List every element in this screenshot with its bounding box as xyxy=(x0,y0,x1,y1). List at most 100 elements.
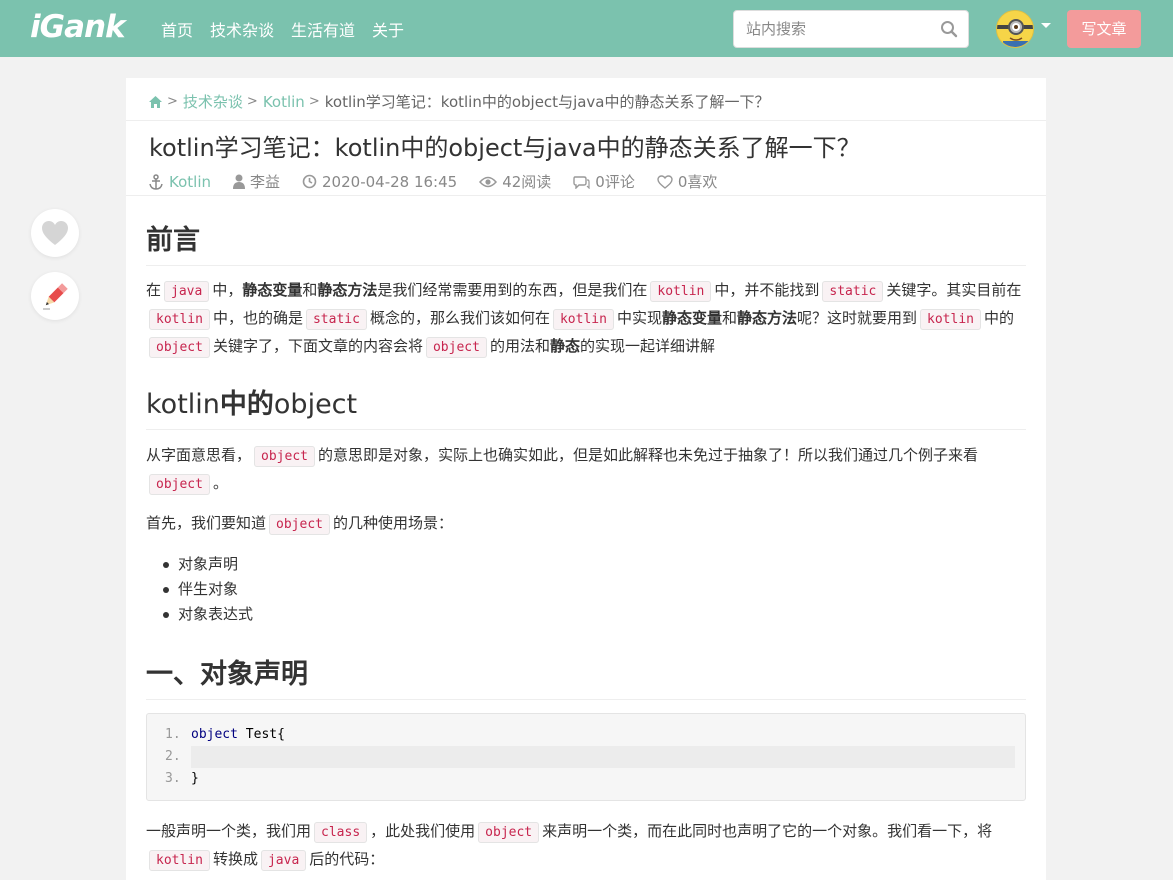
home-icon[interactable] xyxy=(148,95,163,109)
meta-reads: 42阅读 xyxy=(479,171,551,192)
nav-home[interactable]: 首页 xyxy=(161,17,193,41)
edit-button[interactable] xyxy=(31,272,79,320)
text: 从字面意思看， xyxy=(146,446,252,464)
breadcrumb-kotlin[interactable]: Kotlin xyxy=(263,93,305,111)
anchor-icon xyxy=(149,173,163,190)
text: 转换成 xyxy=(212,850,258,868)
scenario-list: 对象声明 伴生对象 对象表达式 xyxy=(146,552,1026,627)
text: 。 xyxy=(212,474,228,492)
text: 概念的，那么我们该如何在 xyxy=(369,309,550,327)
bold-text: 静态方法 xyxy=(317,281,378,299)
heart-outline-icon xyxy=(657,174,673,189)
inline-code: class xyxy=(314,822,368,843)
text: 和 xyxy=(302,281,318,299)
user-avatar[interactable] xyxy=(996,10,1034,48)
declaration-paragraph: 一般声明一个类，我们用 class ，此处我们使用 object 来声明一个类，而在此同… xyxy=(146,818,1026,874)
nav-life[interactable]: 生活有道 xyxy=(291,17,355,41)
article-title: kotlin学习笔记：kotlin中的object与java中的静态关系了解一下… xyxy=(149,134,861,162)
meta-category-label: Kotlin xyxy=(169,172,211,191)
breadcrumb-current: kotlin学习笔记：kotlin中的object与java中的静态关系了解一下… xyxy=(324,93,770,111)
list-item: 对象表达式 xyxy=(146,602,1026,627)
inline-code: kotlin xyxy=(552,309,614,330)
inline-code: static xyxy=(822,281,884,302)
inline-code: kotlin xyxy=(650,281,712,302)
inline-code: object xyxy=(149,337,210,358)
text: 的实现一起详细讲解 xyxy=(579,337,715,355)
inline-code: java xyxy=(164,281,210,302)
inline-code: object xyxy=(478,822,540,843)
inline-code: object xyxy=(149,474,210,495)
eye-icon xyxy=(479,176,498,187)
meta-comments-label: 0评论 xyxy=(595,173,635,191)
divider xyxy=(126,195,1046,196)
meta-date: 2020-04-28 16:45 xyxy=(302,173,457,191)
inline-code: object xyxy=(425,337,487,358)
text: 在 xyxy=(146,281,162,299)
bold-text: 静态变量 xyxy=(661,309,722,327)
breadcrumb: > 技术杂谈 > Kotlin > kotlin学习笔记：kotlin中的obj… xyxy=(148,91,770,112)
text: 关键字。其实目前在 xyxy=(886,281,1022,299)
text: 中， xyxy=(212,281,243,299)
text: 的意思即是对象，实际上也确实如此，但是如此解释也未免过于抽象了！所以我们通过几个… xyxy=(317,446,978,464)
meta-likes[interactable]: 0喜欢 xyxy=(657,171,718,192)
breadcrumb-separator: > xyxy=(246,94,258,109)
inline-code: kotlin xyxy=(149,309,210,330)
pencil-icon xyxy=(43,283,68,310)
code-line: 1. object Test{ xyxy=(147,724,1025,746)
inline-code: object xyxy=(269,514,330,535)
text: 中，并不能找到 xyxy=(714,281,820,299)
user-icon xyxy=(233,174,245,189)
nav-about[interactable]: 关于 xyxy=(372,17,404,41)
breadcrumb-separator: > xyxy=(167,94,178,109)
breadcrumb-tech[interactable]: 技术杂谈 xyxy=(183,91,243,112)
list-item: 伴生对象 xyxy=(146,577,1026,602)
meta-category[interactable]: Kotlin xyxy=(148,173,211,191)
nav-tech[interactable]: 技术杂谈 xyxy=(210,17,274,41)
text: 中，也的确是 xyxy=(212,309,303,327)
search-icon[interactable] xyxy=(940,20,958,38)
site-logo[interactable]: iGank xyxy=(30,9,126,45)
code-text: object Test{ xyxy=(191,724,285,746)
code-line: 3. } xyxy=(147,768,1025,790)
text: 关键字了，下面文章的内容会将 xyxy=(212,337,423,355)
heading-part: kotlin xyxy=(146,389,220,420)
search-input[interactable] xyxy=(734,11,924,47)
clock-icon xyxy=(302,174,317,189)
line-number: 3. xyxy=(165,771,181,786)
line-number: 1. xyxy=(165,727,181,742)
text: 的几种使用场景： xyxy=(332,514,453,532)
meta-author-label: 李益 xyxy=(250,173,281,191)
text: 呢？这时就要用到 xyxy=(797,309,918,327)
inline-code: java xyxy=(260,850,307,871)
meta-likes-label: 0喜欢 xyxy=(677,173,718,191)
object-paragraph-1: 从字面意思看， object 的意思即是对象，实际上也确实如此，但是如此解释也未免过… xyxy=(146,442,1026,498)
article-card: > 技术杂谈 > Kotlin > kotlin学习笔记：kotlin中的obj… xyxy=(126,78,1046,880)
heading-part: object xyxy=(273,389,358,420)
line-number: 2. xyxy=(165,749,181,764)
divider xyxy=(126,120,1046,121)
bold-text: 静态 xyxy=(549,337,580,355)
breadcrumb-separator: > xyxy=(308,94,320,109)
like-button[interactable] xyxy=(31,209,79,257)
text: 中实现 xyxy=(616,309,662,327)
main-nav: 首页 技术杂谈 生活有道 关于 xyxy=(161,17,421,41)
write-article-button[interactable]: 写文章 xyxy=(1067,10,1141,48)
code-block: 1. object Test{ 2. 3. } xyxy=(146,713,1026,801)
inline-code: kotlin xyxy=(920,309,981,330)
meta-comments[interactable]: 0评论 xyxy=(573,171,635,192)
heading-part: 中的 xyxy=(219,389,274,420)
article-meta: Kotlin 李益 2020-04-28 16:45 42阅读 0评论 0喜欢 xyxy=(148,171,739,192)
code-keyword: object xyxy=(191,727,238,742)
code-line: 2. xyxy=(147,746,1025,768)
chevron-down-icon[interactable] xyxy=(1041,23,1051,28)
text: 是我们经常需要用到的东西，但是我们在 xyxy=(377,281,648,299)
heart-icon xyxy=(42,221,68,245)
meta-date-label: 2020-04-28 16:45 xyxy=(322,172,458,191)
preface-paragraph: 在 java 中，静态变量和静态方法是我们经常需要用到的东西，但是我们在 kotlin… xyxy=(146,277,1026,361)
section-heading-preface: 前言 xyxy=(146,218,1026,266)
search-box xyxy=(733,10,969,48)
inline-code: kotlin xyxy=(149,850,210,871)
highlighted-line xyxy=(191,746,1015,768)
code-text: } xyxy=(191,771,199,786)
text: 和 xyxy=(721,309,737,327)
